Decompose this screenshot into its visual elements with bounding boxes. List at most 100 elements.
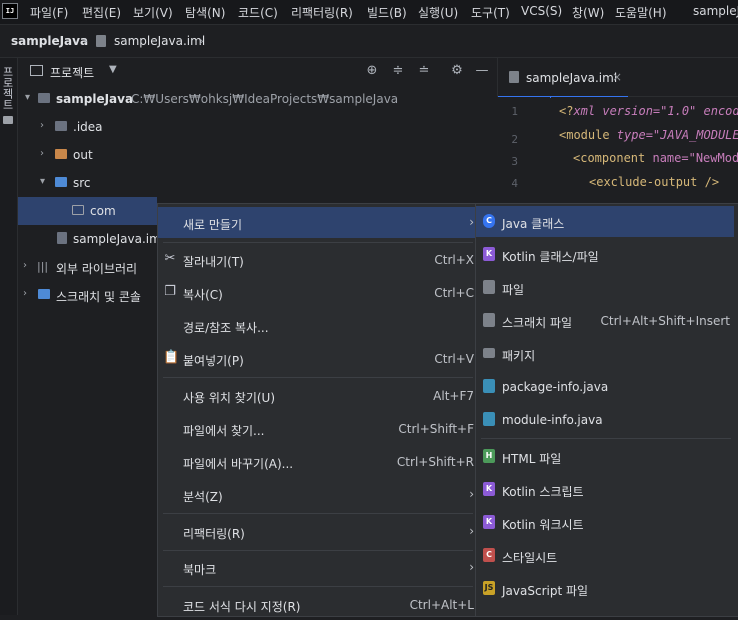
menu-item-replace-in-files[interactable]: 파일에서 바꾸기(A)... Ctrl+Shift+R <box>158 446 478 477</box>
menu-item-copy-path[interactable]: 경로/참조 복사... <box>158 310 478 341</box>
tree-item-label: out <box>73 148 93 162</box>
menu-navigate[interactable]: 탐색(N) <box>185 4 225 21</box>
menu-item-stylesheet[interactable]: C 스타일시트 <box>476 540 734 571</box>
menu-item-label: 경로/참조 복사... <box>183 321 269 335</box>
menu-run[interactable]: 실행(U) <box>418 4 458 21</box>
project-tool-window-button[interactable]: 프로젝트 <box>1 66 15 110</box>
kotlin-script-icon: K <box>483 482 495 496</box>
tree-item-path: C:₩Users₩ohksj₩IdeaProjects₩sampleJava <box>131 92 399 106</box>
package-icon <box>72 205 84 215</box>
chevron-down-icon[interactable]: ▼ <box>109 64 117 75</box>
code-token: xml version="1.0" encodi <box>573 104 738 118</box>
menu-item-reformat[interactable]: 코드 서식 다시 지정(R) Ctrl+Alt+L <box>158 589 478 620</box>
tree-item-label: 스크래치 및 콘솔 <box>56 290 141 304</box>
menu-tools[interactable]: 도구(T) <box>471 4 510 21</box>
menu-item-label: 리팩터링(R) <box>183 527 245 541</box>
gear-icon[interactable]: ⚙ <box>449 63 465 79</box>
expand-all-icon[interactable]: ≑ <box>390 63 406 79</box>
tree-item-out[interactable]: › out <box>18 141 497 169</box>
menu-code[interactable]: 코드(C) <box>238 4 278 21</box>
menu-item-label: HTML 파일 <box>502 452 562 466</box>
chevron-right-icon[interactable]: › <box>23 288 33 299</box>
menu-build[interactable]: 빌드(B) <box>367 4 407 21</box>
chevron-right-icon[interactable]: › <box>40 148 50 159</box>
code-line: <exclude-output /> <box>589 175 719 189</box>
menu-item-package-info[interactable]: package-info.java <box>476 371 734 402</box>
menu-item-new[interactable]: 새로 만들기 › <box>158 207 478 238</box>
kotlin-file-icon: K <box>483 247 495 261</box>
breadcrumb-project[interactable]: sampleJava <box>11 34 88 48</box>
tree-item-root[interactable]: ▾ sampleJava C:₩Users₩ohksj₩IdeaProjects… <box>18 85 497 113</box>
menu-item-label: 분석(Z) <box>183 490 223 504</box>
menu-item-copy[interactable]: ❐ 복사(C) Ctrl+C <box>158 277 478 308</box>
menu-item-file[interactable]: 파일 <box>476 272 734 303</box>
menu-vcs[interactable]: VCS(S) <box>521 4 562 18</box>
menu-item-kotlin-script[interactable]: K Kotlin 스크립트 <box>476 474 734 505</box>
menu-item-scratch-file[interactable]: 스크래치 파일 Ctrl+Alt+Shift+Insert <box>476 305 734 336</box>
menu-item-html-file[interactable]: H HTML 파일 <box>476 441 734 472</box>
menu-item-javascript-file[interactable]: JS JavaScript 파일 <box>476 573 734 604</box>
menu-view[interactable]: 보기(V) <box>133 4 173 21</box>
editor-tabs: sampleJava.iml × <box>497 58 738 98</box>
new-submenu: C Java 클래스 K Kotlin 클래스/파일 파일 스크래치 파일 Ct… <box>475 203 738 617</box>
menu-item-label: 스타일시트 <box>502 551 558 565</box>
code-token: <module <box>559 128 617 142</box>
tree-item-idea[interactable]: › .idea <box>18 113 497 141</box>
editor-tab[interactable]: sampleJava.iml × <box>498 58 628 98</box>
tree-item-com[interactable]: com <box>18 197 157 225</box>
menu-help[interactable]: 도움말(H) <box>615 4 667 21</box>
java-file-icon <box>483 412 495 426</box>
minimize-icon[interactable]: — <box>474 63 490 79</box>
menu-item-label: Kotlin 워크시트 <box>502 518 584 532</box>
project-panel-title[interactable]: 프로젝트 <box>50 64 94 81</box>
tree-item-external-libraries[interactable]: › ||| 외부 라이브러리 <box>18 253 157 281</box>
menu-item-analyze[interactable]: 분석(Z) › <box>158 479 478 510</box>
shortcut-label: Ctrl+Alt+Shift+Insert <box>600 314 730 328</box>
menu-refactor[interactable]: 리팩터링(R) <box>291 4 353 21</box>
menu-item-module-info[interactable]: module-info.java <box>476 404 734 435</box>
menu-item-kotlin-class[interactable]: K Kotlin 클래스/파일 <box>476 239 734 270</box>
code-line: <component name="NewModu <box>573 151 738 165</box>
menu-item-label: 패키지 <box>502 349 536 363</box>
chevron-down-icon[interactable]: ▾ <box>40 176 50 187</box>
chevron-down-icon[interactable]: ▾ <box>25 92 35 103</box>
menu-item-refactor[interactable]: 리팩터링(R) › <box>158 516 478 547</box>
collapse-all-icon[interactable]: ≐ <box>416 63 432 79</box>
menu-item-label: module-info.java <box>502 413 603 427</box>
menu-file[interactable]: 파일(F) <box>30 4 68 21</box>
chevron-right-icon: › <box>83 34 88 48</box>
chevron-right-icon[interactable]: › <box>40 120 50 131</box>
line-number: 4 <box>511 177 518 190</box>
menu-item-kotlin-worksheet[interactable]: K Kotlin 워크시트 <box>476 507 734 538</box>
menu-item-label: 새로 만들기 <box>183 218 243 232</box>
shortcut-label: Ctrl+Shift+F <box>398 422 474 436</box>
html-file-icon: H <box>483 449 495 463</box>
locate-icon[interactable]: ⊕ <box>364 63 380 79</box>
close-icon[interactable]: × <box>612 70 622 84</box>
breadcrumb: sampleJava › sampleJava.iml › <box>0 25 738 58</box>
menu-item-package[interactable]: 패키지 <box>476 338 734 369</box>
menu-item-bookmarks[interactable]: 북마크 › <box>158 552 478 583</box>
tree-item-iml[interactable]: sampleJava.iml <box>18 225 164 253</box>
menu-separator <box>163 377 473 378</box>
breadcrumb-file[interactable]: sampleJava.iml <box>114 34 205 48</box>
intellij-logo-icon[interactable]: IJ <box>2 3 18 19</box>
tree-item-scratches[interactable]: › 스크래치 및 콘솔 <box>18 281 157 309</box>
menu-edit[interactable]: 편집(E) <box>82 4 121 21</box>
menu-item-cut[interactable]: ✂ 잘라내기(T) Ctrl+X <box>158 244 478 275</box>
chevron-right-icon[interactable]: › <box>23 260 33 271</box>
line-number: 1 <box>511 105 518 118</box>
folder-icon[interactable] <box>3 116 13 124</box>
shortcut-label: Alt+F7 <box>433 389 474 403</box>
menu-item-label: 스크래치 파일 <box>502 316 573 330</box>
menu-item-find-usages[interactable]: 사용 위치 찾기(U) Alt+F7 <box>158 380 478 411</box>
menu-separator <box>163 513 473 514</box>
javascript-file-icon: JS <box>483 581 495 595</box>
menu-window[interactable]: 창(W) <box>572 4 604 21</box>
menu-item-java-class[interactable]: C Java 클래스 <box>476 206 734 237</box>
menu-item-find-in-files[interactable]: 파일에서 찾기... Ctrl+Shift+F <box>158 413 478 444</box>
source-folder-icon <box>55 177 67 187</box>
tree-item-src[interactable]: ▾ src <box>18 169 497 197</box>
menu-item-label: JavaScript 파일 <box>502 584 589 598</box>
menu-item-paste[interactable]: 📋 붙여넣기(P) Ctrl+V <box>158 343 478 374</box>
